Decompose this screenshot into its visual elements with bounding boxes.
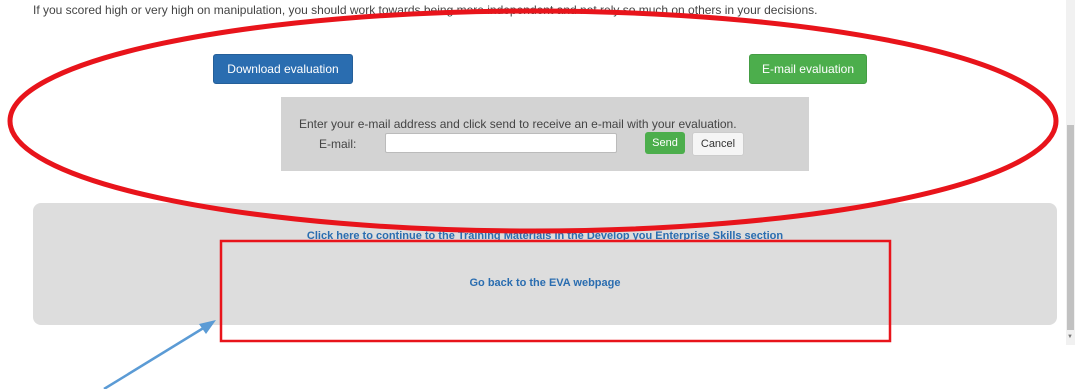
blue-arrow-annotation <box>103 322 211 389</box>
email-input[interactable] <box>385 133 617 153</box>
eva-webpage-link[interactable]: Go back to the EVA webpage <box>33 277 1057 289</box>
email-panel: Enter your e-mail address and click send… <box>281 97 809 171</box>
send-button[interactable]: Send <box>645 132 685 154</box>
scroll-down-arrow-icon[interactable]: ▼ <box>1067 334 1073 340</box>
email-instruction: Enter your e-mail address and click send… <box>299 117 737 131</box>
annotation-overlay <box>7 8 1059 389</box>
email-evaluation-button[interactable]: E-mail evaluation <box>749 54 867 84</box>
scrollbar[interactable]: ▼ <box>1066 0 1075 345</box>
download-evaluation-button[interactable]: Download evaluation <box>213 54 353 84</box>
email-label: E-mail: <box>319 137 357 151</box>
training-materials-link[interactable]: Click here to continue to the Training M… <box>33 230 1057 242</box>
intro-text: If you scored high or very high on manip… <box>33 3 818 17</box>
navigation-box: Click here to continue to the Training M… <box>33 203 1057 325</box>
cancel-button[interactable]: Cancel <box>692 132 744 156</box>
scroll-thumb[interactable] <box>1067 125 1074 330</box>
